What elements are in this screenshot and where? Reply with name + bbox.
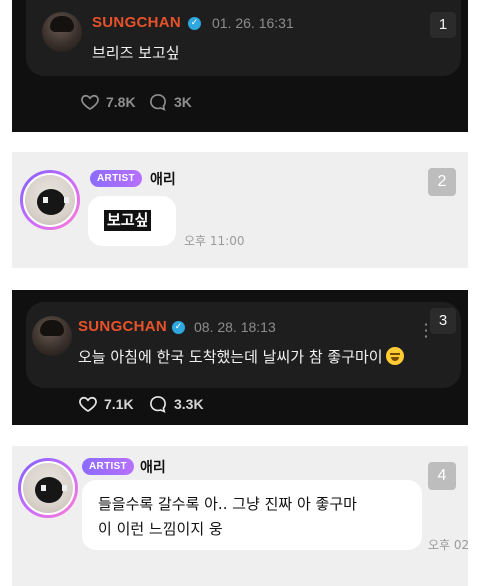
kebab-menu-icon[interactable]: ··· (423, 317, 429, 345)
message-bubble[interactable]: 들을수록 갈수록 아.. 그냥 진짜 아 좋구마 이 이런 느낌이지 웅 (82, 480, 422, 550)
avatar-image (21, 461, 75, 515)
like-count: 7.8K (106, 94, 136, 110)
message-time: 오후 11:00 (184, 234, 245, 248)
panel-number-badge: 1 (430, 12, 456, 38)
avatar[interactable] (32, 316, 72, 356)
post-text: 오늘 아침에 한국 도착했는데 날씨가 참 좋구마이 (78, 346, 404, 367)
artist-panel-2: ARTIST 애리 보고싶 오후 11:00 2 (12, 152, 468, 268)
post-card[interactable]: SUNGCHAN ✓ 01. 26. 16:31 ··· 브리즈 보고싶 (26, 0, 461, 76)
author-name[interactable]: SUNGCHAN (92, 14, 181, 31)
panel-number-badge: 2 (428, 168, 456, 196)
like-button[interactable]: 7.8K (80, 92, 136, 112)
comment-button[interactable]: 3K (148, 92, 192, 112)
message-time: 오후 02 (428, 538, 470, 552)
verified-check-icon: ✓ (188, 17, 201, 30)
panel-number-badge: 3 (430, 308, 456, 334)
post-card[interactable]: SUNGCHAN ✓ 08. 28. 18:13 · · · 오늘 아침에 한국 도… (26, 302, 461, 388)
like-count: 7.1K (104, 396, 134, 412)
message-text-line-1: 들을수록 갈수록 아.. 그냥 진짜 아 좋구마 (98, 495, 357, 513)
artist-name[interactable]: 애리 (140, 457, 166, 477)
post-date: 01. 26. 16:31 (212, 15, 294, 31)
artist-name[interactable]: 애리 (150, 169, 176, 189)
message-text-line-2: 이 이런 느낌이지 웅 (98, 520, 223, 538)
like-button[interactable]: 7.1K (78, 394, 134, 414)
heart-icon (81, 94, 99, 111)
verified-check-icon: ✓ (172, 321, 185, 334)
artist-panel-4: ARTIST 애리 들을수록 갈수록 아.. 그냥 진짜 아 좋구마 이 이런 … (12, 446, 470, 586)
avatar[interactable] (42, 12, 82, 52)
artist-badge: ARTIST (90, 170, 142, 187)
post-date: 08. 28. 18:13 (194, 319, 276, 335)
post-panel-1: SUNGCHAN ✓ 01. 26. 16:31 ··· 브리즈 보고싶 1 7… (12, 0, 468, 132)
artist-badge: ARTIST (82, 458, 134, 475)
message-bubble[interactable]: 보고싶 (88, 196, 176, 246)
screenshot-collage: SUNGCHAN ✓ 01. 26. 16:31 ··· 브리즈 보고싶 1 7… (0, 0, 480, 586)
post-text: 브리즈 보고싶 (92, 44, 180, 62)
avatar-image (23, 173, 77, 227)
artist-avatar[interactable] (18, 458, 78, 518)
message-text: 보고싶 (104, 210, 152, 231)
artist-avatar[interactable] (20, 170, 80, 230)
speech-bubble-icon (150, 396, 166, 413)
speech-bubble-icon (150, 94, 166, 111)
heart-icon (79, 396, 97, 413)
panel-number-badge: 4 (428, 462, 456, 490)
comment-count: 3K (174, 94, 192, 110)
author-name[interactable]: SUNGCHAN (78, 318, 167, 335)
comment-button[interactable]: 3.3K (148, 394, 204, 414)
comment-count: 3.3K (174, 396, 204, 412)
post-panel-3: SUNGCHAN ✓ 08. 28. 18:13 · · · 오늘 아침에 한국 도… (12, 290, 468, 425)
grinning-squint-emoji (385, 347, 404, 365)
